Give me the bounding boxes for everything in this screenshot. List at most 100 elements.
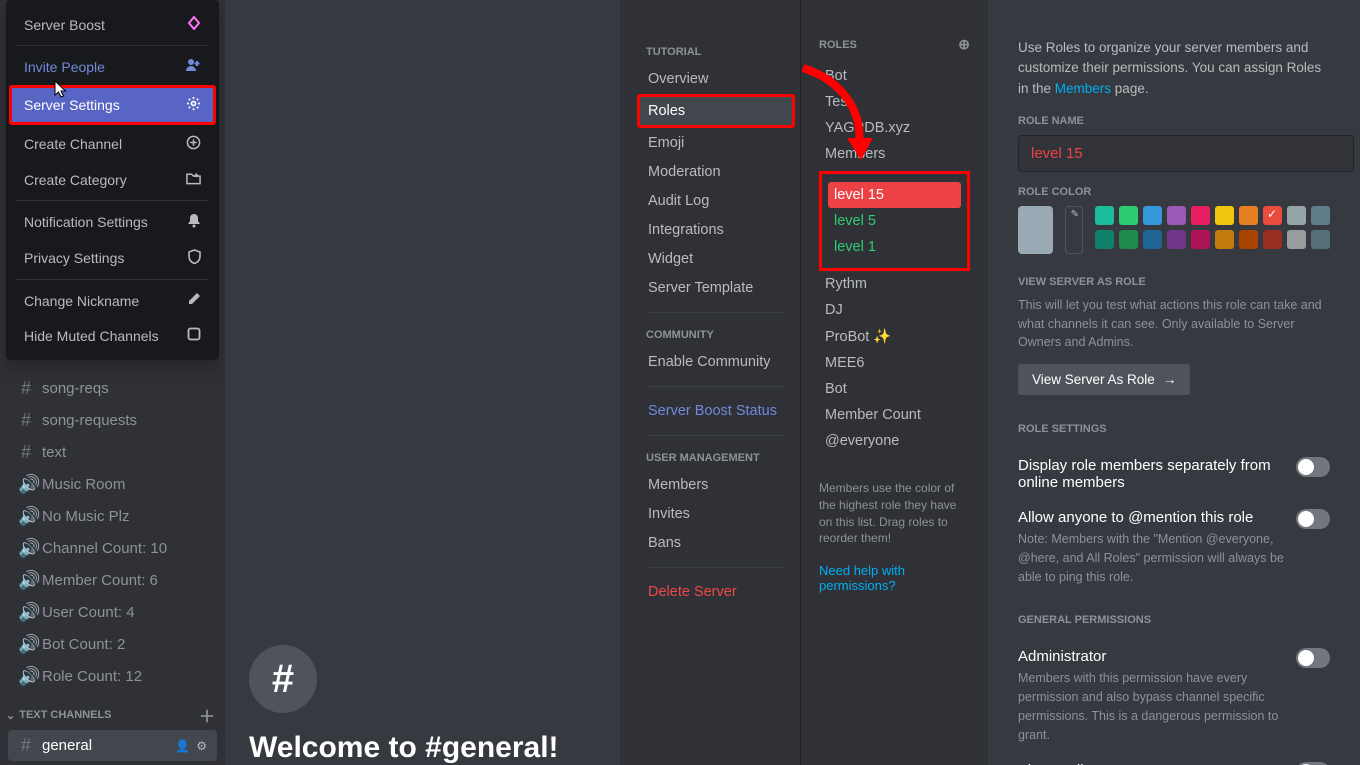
role-item[interactable]: Rythm <box>819 271 970 297</box>
welcome-block: # Welcome to #general! <box>225 645 620 765</box>
channel-item[interactable]: 🔊No Music Plz <box>8 501 217 532</box>
role-item[interactable]: ProBot ✨ <box>819 323 970 350</box>
channel-item[interactable]: 🔊Music Room <box>8 469 217 500</box>
menu-label: Invite People <box>24 59 105 75</box>
general-permissions-header: GENERAL PERMISSIONS <box>1018 614 1330 626</box>
menu-create-category[interactable]: Create Category <box>12 163 213 196</box>
role-item[interactable]: YAGPDB.xyz <box>819 115 970 141</box>
menu-label: Privacy Settings <box>24 250 124 266</box>
category-header[interactable]: ⌄ TEXT CHANNELS ＋ <box>0 693 225 729</box>
view-server-as-role-button[interactable]: View Server As Role → <box>1018 364 1190 395</box>
color-swatch[interactable] <box>1167 206 1186 225</box>
nav-bans[interactable]: Bans <box>640 529 792 557</box>
nav-integrations[interactable]: Integrations <box>640 216 792 244</box>
channel-name: Member Count: 6 <box>42 572 158 589</box>
color-swatch[interactable] <box>1215 206 1234 225</box>
nav-overview[interactable]: Overview <box>640 65 792 93</box>
channel-name: text <box>42 444 66 461</box>
color-swatch[interactable] <box>1311 206 1330 225</box>
nav-emoji[interactable]: Emoji <box>640 129 792 157</box>
menu-change-nickname[interactable]: Change Nickname <box>12 284 213 317</box>
channel-item[interactable]: #song-requests <box>8 405 217 436</box>
role-item-level15[interactable]: level 15 <box>828 182 961 208</box>
menu-create-channel[interactable]: Create Channel <box>12 127 213 161</box>
menu-privacy-settings[interactable]: Privacy Settings <box>12 241 213 275</box>
role-item[interactable]: Member Count <box>819 402 970 428</box>
color-swatch[interactable] <box>1311 230 1330 249</box>
color-swatch[interactable] <box>1191 206 1210 225</box>
default-color-swatch[interactable] <box>1018 206 1053 254</box>
menu-server-settings[interactable]: Server Settings <box>9 85 216 125</box>
gear-icon[interactable]: ⚙ <box>196 739 207 753</box>
color-swatch[interactable] <box>1215 230 1234 249</box>
nav-delete-server[interactable]: Delete Server <box>640 578 792 606</box>
role-item[interactable]: MEE6 <box>819 350 970 376</box>
nav-enable-community[interactable]: Enable Community <box>640 348 792 376</box>
channel-item[interactable]: # general 👤 ⚙ <box>8 730 217 761</box>
channel-item[interactable]: #song-reqs <box>8 373 217 404</box>
custom-color-swatch[interactable] <box>1065 206 1083 254</box>
nav-moderation[interactable]: Moderation <box>640 158 792 186</box>
menu-notification-settings[interactable]: Notification Settings <box>12 205 213 239</box>
color-swatch[interactable] <box>1095 206 1114 225</box>
color-swatch[interactable] <box>1263 230 1282 249</box>
channel-item[interactable]: 🔊 Member Count: 6 <box>8 565 217 596</box>
color-swatch[interactable] <box>1287 230 1306 249</box>
channel-name: No Music Plz <box>42 508 130 525</box>
channel-item[interactable]: 🔊Channel Count: 10 <box>8 533 217 564</box>
channel-item[interactable]: 🔊 Role Count: 12 <box>8 661 217 692</box>
color-swatch[interactable] <box>1119 206 1138 225</box>
speaker-icon: 🔊 <box>18 570 34 591</box>
color-swatch[interactable] <box>1143 230 1162 249</box>
add-role-icon[interactable]: ⊕ <box>958 36 970 53</box>
role-item[interactable]: Test <box>819 89 970 115</box>
color-swatch[interactable] <box>1263 206 1282 225</box>
nav-server-template[interactable]: Server Template <box>640 274 792 302</box>
color-swatch[interactable] <box>1167 230 1186 249</box>
role-item[interactable]: Members <box>819 141 970 167</box>
invite-icon[interactable]: 👤 <box>175 739 190 753</box>
nav-server-boost-status[interactable]: Server Boost Status <box>640 397 792 425</box>
nav-roles[interactable]: Roles <box>637 94 795 128</box>
roles-hint: Members use the color of the highest rol… <box>819 480 970 547</box>
menu-label: Notification Settings <box>24 214 148 230</box>
category-label: TEXT CHANNELS <box>19 709 111 721</box>
nav-members[interactable]: Members <box>640 471 792 499</box>
settings-nav: TUTORIAL Overview Roles Emoji Moderation… <box>620 0 800 765</box>
color-swatch[interactable] <box>1191 230 1210 249</box>
color-swatch[interactable] <box>1239 206 1258 225</box>
color-swatch[interactable] <box>1287 206 1306 225</box>
channel-item[interactable]: # text <box>8 437 217 468</box>
members-link[interactable]: Members <box>1055 81 1111 96</box>
channel-item[interactable]: 🔊User Count: 4 <box>8 597 217 628</box>
color-swatch[interactable] <box>1239 230 1258 249</box>
role-item[interactable]: DJ <box>819 297 970 323</box>
role-item[interactable]: Bot <box>819 376 970 402</box>
role-item-level5[interactable]: level 5 <box>828 208 961 234</box>
nav-widget[interactable]: Widget <box>640 245 792 273</box>
menu-hide-muted[interactable]: Hide Muted Channels <box>12 319 213 352</box>
toggle-switch[interactable] <box>1296 509 1330 529</box>
role-item[interactable]: Bot <box>819 63 970 89</box>
server-settings-panel: TUTORIAL Overview Roles Emoji Moderation… <box>620 0 1360 765</box>
channel-item[interactable]: 🔊Bot Count: 2 <box>8 629 217 660</box>
speaker-icon: 🔊 <box>18 634 34 655</box>
role-item[interactable]: @everyone <box>819 428 970 454</box>
roles-help-link[interactable]: Need help with permissions? <box>819 563 970 593</box>
speaker-icon: 🔊 <box>18 666 34 687</box>
menu-invite-people[interactable]: Invite People <box>12 50 213 83</box>
nav-audit-log[interactable]: Audit Log <box>640 187 792 215</box>
hash-icon: # <box>18 378 34 399</box>
role-name-input[interactable] <box>1018 135 1354 172</box>
hash-icon: # <box>18 442 34 463</box>
toggle-switch[interactable] <box>1296 457 1330 477</box>
toggle-switch[interactable] <box>1296 648 1330 668</box>
role-item-level1[interactable]: level 1 <box>828 234 961 260</box>
color-swatch[interactable] <box>1095 230 1114 249</box>
color-swatch[interactable] <box>1143 206 1162 225</box>
nav-invites[interactable]: Invites <box>640 500 792 528</box>
channel-name: Role Count: 12 <box>42 668 142 685</box>
menu-server-boost[interactable]: Server Boost <box>12 8 213 41</box>
color-swatch[interactable] <box>1119 230 1138 249</box>
add-channel-icon[interactable]: ＋ <box>199 703 215 727</box>
